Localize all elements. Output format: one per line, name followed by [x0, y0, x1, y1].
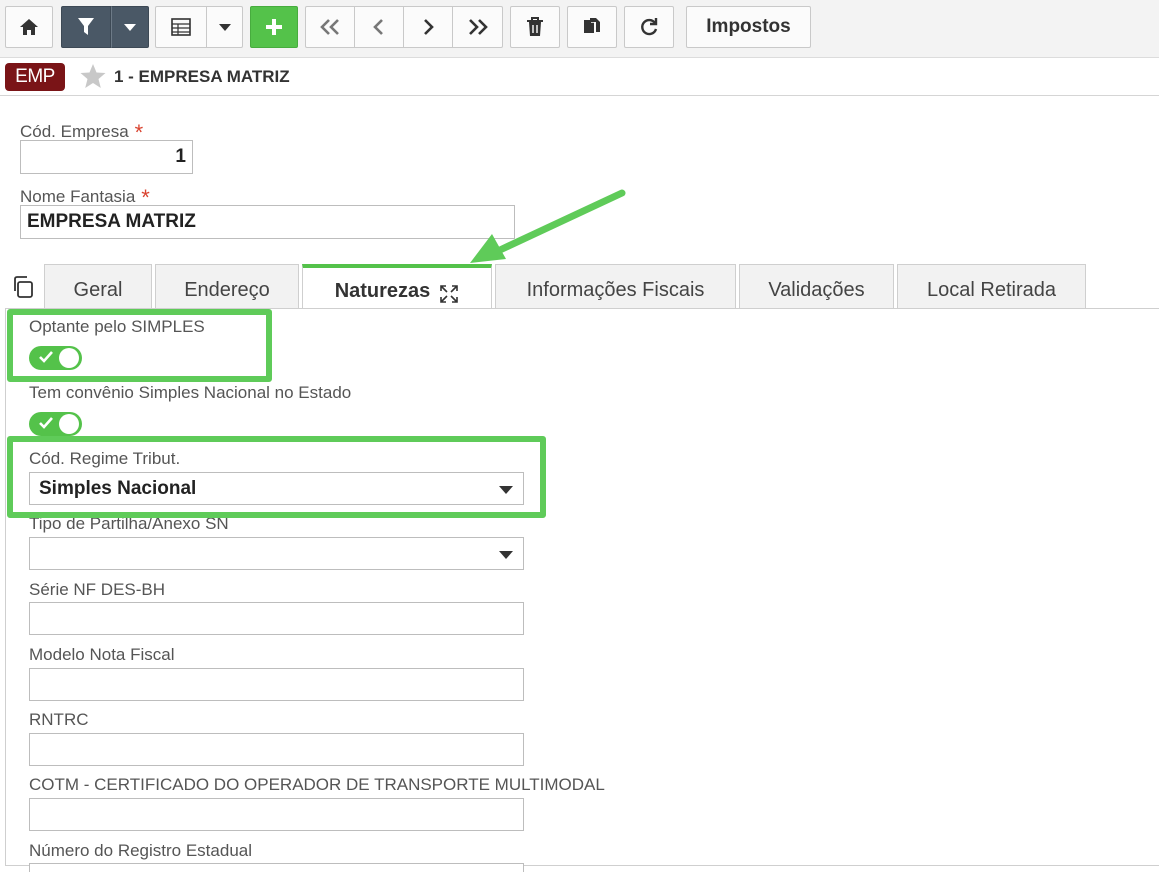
regime-tributario-label: Cód. Regime Tribut. [29, 449, 181, 468]
optante-simples-label: Optante pelo SIMPLES [29, 317, 205, 336]
tab-validacoes[interactable]: Validações [739, 264, 894, 309]
nome-fantasia-input[interactable]: EMPRESA MATRIZ [20, 205, 515, 239]
double-chevron-left-icon [320, 19, 339, 35]
check-icon [39, 417, 53, 429]
tab-label: Endereço [184, 279, 270, 301]
serie-nf-input[interactable] [29, 602, 524, 635]
cod-empresa-input[interactable]: 1 [20, 140, 193, 174]
tab-endereco[interactable]: Endereço [155, 264, 299, 309]
first-record-button[interactable] [305, 6, 355, 48]
caret-down-icon [499, 486, 513, 494]
tab-label: Geral [73, 279, 123, 301]
plus-icon [266, 19, 282, 35]
modelo-nota-fiscal-label: Modelo Nota Fiscal [29, 645, 175, 664]
registro-estadual-input[interactable] [29, 863, 524, 872]
tab-geral[interactable]: Geral [44, 264, 152, 309]
last-record-button[interactable] [452, 6, 503, 48]
caret-down-icon [124, 23, 136, 31]
copy-tabs-icon[interactable] [11, 275, 35, 299]
rntrc-label: RNTRC [29, 710, 89, 729]
tab-informacoes-fiscais[interactable]: Informações Fiscais [495, 264, 736, 309]
convenio-simples-label: Tem convênio Simples Nacional no Estado [29, 383, 352, 402]
optante-simples-toggle[interactable] [29, 346, 82, 370]
home-button[interactable] [5, 6, 53, 48]
refresh-button[interactable] [624, 6, 674, 48]
chevron-left-icon [373, 19, 383, 35]
double-chevron-right-icon [468, 19, 488, 35]
tab-label: Validações [768, 279, 865, 301]
rntrc-input[interactable] [29, 733, 524, 766]
tab-label: Naturezas [334, 280, 431, 302]
copy-icon [584, 18, 600, 33]
caret-down-icon [499, 551, 513, 559]
home-icon [20, 19, 38, 35]
filter-dropdown-button[interactable] [111, 6, 149, 48]
record-title: 1 - EMPRESA MATRIZ [114, 67, 290, 86]
filter-icon [78, 18, 94, 35]
serie-nf-label: Série NF DES-BH [29, 580, 166, 599]
entity-badge: EMP [5, 63, 65, 91]
table-icon [171, 18, 191, 36]
tab-label: Informações Fiscais [526, 279, 705, 301]
check-icon [39, 351, 53, 363]
refresh-icon [641, 18, 658, 36]
modelo-nota-fiscal-input[interactable] [29, 668, 524, 701]
caret-down-icon [218, 23, 231, 31]
chevron-right-icon [424, 19, 434, 35]
grid-view-button[interactable] [155, 6, 207, 48]
registro-estadual-label: Número do Registro Estadual [29, 841, 253, 860]
add-button[interactable] [250, 6, 298, 48]
toolbar: Impostos [0, 0, 1159, 58]
delete-button[interactable] [510, 6, 560, 48]
previous-record-button[interactable] [354, 6, 404, 48]
toggle-knob [59, 414, 79, 434]
expand-icon[interactable] [439, 284, 459, 304]
next-record-button[interactable] [403, 6, 453, 48]
tab-label: Local Retirada [927, 279, 1056, 301]
cotm-input[interactable] [29, 798, 524, 831]
regime-tributario-select[interactable]: Simples Nacional [29, 472, 524, 505]
duplicate-button[interactable] [567, 6, 617, 48]
record-titlebar: EMP 1 - EMPRESA MATRIZ [0, 58, 1159, 96]
filter-button[interactable] [61, 6, 111, 48]
cotm-label: COTM - CERTIFICADO DO OPERADOR DE TRANSP… [29, 775, 605, 794]
tipo-partilha-label: Tipo de Partilha/Anexo SN [29, 514, 229, 533]
tab-naturezas[interactable]: Naturezas [302, 264, 492, 310]
tipo-partilha-select[interactable] [29, 537, 524, 570]
favorite-star-icon[interactable] [79, 63, 107, 90]
convenio-simples-toggle[interactable] [29, 412, 82, 436]
tab-local-retirada[interactable]: Local Retirada [897, 264, 1086, 309]
grid-dropdown-button[interactable] [206, 6, 243, 48]
regime-tributario-value: Simples Nacional [39, 478, 197, 499]
toggle-knob [59, 348, 79, 368]
impostos-button[interactable]: Impostos [686, 6, 811, 48]
trash-icon [527, 17, 543, 36]
